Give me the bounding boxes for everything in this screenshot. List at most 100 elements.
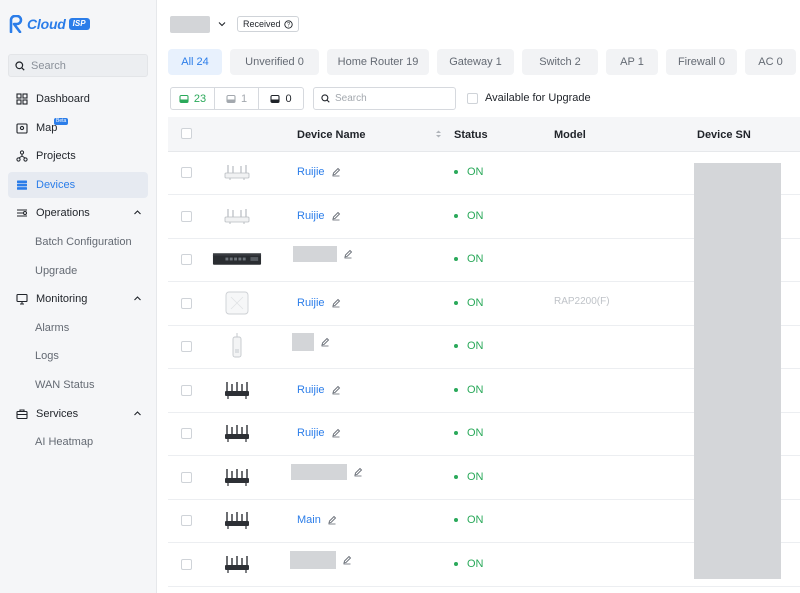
device-name-link[interactable]: Ruijie xyxy=(297,210,325,222)
brand-name: Cloud xyxy=(27,16,66,32)
sidebar-item-devices[interactable]: Devices xyxy=(8,171,148,198)
row-checkbox[interactable] xyxy=(181,559,192,570)
edit-name-button[interactable] xyxy=(331,211,341,221)
row-checkbox[interactable] xyxy=(181,298,192,309)
operations-icon xyxy=(16,207,28,219)
edit-name-button[interactable] xyxy=(331,167,341,177)
search-icon xyxy=(321,94,330,103)
sidebar-subitem-alarms[interactable]: Alarms xyxy=(8,315,148,341)
table-header: Device Name Status Model Device SN xyxy=(168,117,800,152)
sidebar-subitem-upgrade[interactable]: Upgrade xyxy=(8,258,148,284)
sidebar-subitem-wan-status[interactable]: WAN Status xyxy=(8,372,148,398)
sort-icon[interactable] xyxy=(435,129,442,139)
status-online-dot xyxy=(454,301,458,305)
edit-icon[interactable] xyxy=(331,428,341,438)
sidebar-subitem-batch-configuration[interactable]: Batch Configuration xyxy=(8,229,148,255)
received-label: Received xyxy=(243,19,281,29)
row-checkbox[interactable] xyxy=(181,254,192,265)
edit-icon[interactable] xyxy=(331,167,341,177)
edit-name-button[interactable] xyxy=(320,337,330,347)
status-text: ON xyxy=(467,558,484,570)
edit-name-button[interactable] xyxy=(343,249,353,259)
status-cell: ON xyxy=(454,427,484,439)
tab-switch[interactable]: Switch 2 xyxy=(522,49,598,75)
edit-name-button[interactable] xyxy=(331,385,341,395)
row-checkbox[interactable] xyxy=(181,428,192,439)
sidebar-subitem-logs[interactable]: Logs xyxy=(8,343,148,369)
row-checkbox[interactable] xyxy=(181,515,192,526)
device-name-link[interactable]: Ruijie xyxy=(297,427,325,439)
edit-name-button[interactable] xyxy=(331,298,341,308)
edit-icon[interactable] xyxy=(342,555,352,565)
edit-icon[interactable] xyxy=(320,337,330,347)
select-all-checkbox[interactable] xyxy=(181,128,192,139)
chevron-up-icon[interactable] xyxy=(133,208,142,217)
row-checkbox[interactable] xyxy=(181,211,192,222)
device-search-input[interactable]: Search xyxy=(313,87,456,110)
edit-icon[interactable] xyxy=(331,385,341,395)
edit-icon[interactable] xyxy=(353,467,363,477)
logo[interactable]: Cloud ISP xyxy=(8,14,90,34)
online-filter-button[interactable]: 23 xyxy=(171,88,215,109)
edit-icon[interactable] xyxy=(327,515,337,525)
sidebar-search-input[interactable]: Search xyxy=(8,54,148,77)
edit-name-button[interactable] xyxy=(342,555,352,565)
received-badge[interactable]: Received ? xyxy=(237,16,299,32)
tab-unverified[interactable]: Unverified 0 xyxy=(230,49,319,75)
device-type-tabs: All 24 Unverified 0 Home Router 19 Gatew… xyxy=(168,49,800,75)
tab-firewall[interactable]: Firewall 0 xyxy=(666,49,737,75)
redacted-device-name[interactable] xyxy=(292,333,314,351)
device-image-ap xyxy=(212,291,262,315)
upgrade-filter[interactable]: Available for Upgrade xyxy=(467,92,591,104)
device-name-link[interactable]: Main xyxy=(297,514,321,526)
sidebar-item-projects[interactable]: Projects xyxy=(8,143,148,169)
column-device-name[interactable]: Device Name xyxy=(297,129,366,141)
sidebar-subitem-label: Upgrade xyxy=(35,264,78,277)
sidebar-item-operations[interactable]: Operations xyxy=(8,200,148,226)
tab-all[interactable]: All 24 xyxy=(168,49,222,75)
beta-badge: Beta xyxy=(54,117,69,125)
tab-home-router[interactable]: Home Router 19 xyxy=(327,49,429,75)
sidebar-item-monitoring[interactable]: Monitoring xyxy=(8,286,148,312)
chevron-down-icon[interactable] xyxy=(217,19,227,29)
row-checkbox[interactable] xyxy=(181,167,192,178)
tab-ac[interactable]: AC 0 xyxy=(745,49,796,75)
help-icon[interactable]: ? xyxy=(283,19,293,29)
sidebar-search-placeholder: Search xyxy=(31,59,66,72)
edit-name-button[interactable] xyxy=(353,467,363,477)
row-checkbox[interactable] xyxy=(181,385,192,396)
device-image-outdoor xyxy=(212,333,262,358)
redacted-device-name[interactable] xyxy=(293,246,337,262)
upgrade-checkbox[interactable] xyxy=(467,92,478,104)
tenant-selector[interactable] xyxy=(170,16,210,33)
device-other-icon xyxy=(270,94,280,103)
redacted-device-name[interactable] xyxy=(290,551,336,569)
row-checkbox[interactable] xyxy=(181,341,192,352)
status-online-dot xyxy=(454,257,458,261)
status-cell: ON xyxy=(454,514,484,526)
sidebar-subitem-ai-heatmap[interactable]: AI Heatmap xyxy=(8,429,148,455)
offline-filter-button[interactable]: 1 xyxy=(215,88,259,109)
row-checkbox[interactable] xyxy=(181,472,192,483)
tab-ap[interactable]: AP 1 xyxy=(606,49,658,75)
tab-gateway[interactable]: Gateway 1 xyxy=(437,49,514,75)
status-text: ON xyxy=(467,210,484,222)
sidebar-item-services[interactable]: Services xyxy=(8,401,148,427)
chevron-up-icon[interactable] xyxy=(133,409,142,418)
edit-name-button[interactable] xyxy=(331,428,341,438)
other-filter-button[interactable]: 0 xyxy=(259,88,303,109)
chevron-up-icon[interactable] xyxy=(133,294,142,303)
sidebar-item-dashboard[interactable]: Dashboard xyxy=(8,86,148,112)
device-name-link[interactable]: Ruijie xyxy=(297,384,325,396)
edit-icon[interactable] xyxy=(343,249,353,259)
device-name-link[interactable]: Ruijie xyxy=(297,297,325,309)
status-text: ON xyxy=(467,427,484,439)
sidebar-item-map[interactable]: Map Beta xyxy=(8,115,148,141)
sidebar-subitem-label: Alarms xyxy=(35,321,70,334)
edit-icon[interactable] xyxy=(331,298,341,308)
edit-icon[interactable] xyxy=(331,211,341,221)
redacted-device-name[interactable] xyxy=(291,464,347,480)
device-name-link[interactable]: Ruijie xyxy=(297,166,325,178)
device-name-cell: Ruijie xyxy=(297,427,341,439)
edit-name-button[interactable] xyxy=(327,515,337,525)
